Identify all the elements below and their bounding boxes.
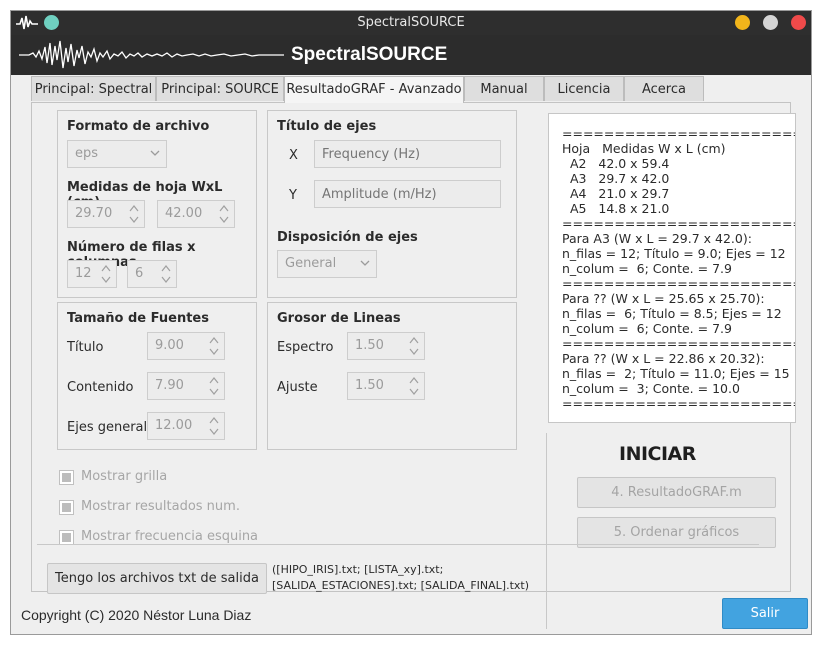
format-value: eps [75,146,99,161]
titulo-font-spinbox[interactable]: 9.00 [147,332,225,360]
spin-arrows-icon[interactable] [160,263,172,285]
ejes-font-label: Ejes general [67,420,148,435]
hoja-info-text: ================================== Hoja … [562,126,795,411]
horizontal-divider [37,544,759,545]
spin-arrows-icon[interactable] [100,263,112,285]
mostrar-frecuencia-label: Mostrar frecuencia esquina [81,529,259,544]
tab-acerca[interactable]: Acerca [624,76,704,101]
app-window: SpectralSOURCE SpectralSOURCE Principal:… [10,10,812,635]
x-axis-label: X [289,148,298,163]
spin-arrows-icon[interactable] [218,203,230,225]
salir-button[interactable]: Salir [722,598,808,629]
spin-arrows-icon[interactable] [408,375,420,397]
cols-spinbox[interactable]: 6 [127,260,177,288]
width-spinbox[interactable]: 29.70 [67,200,145,228]
checkbox-icon[interactable] [59,530,74,545]
fuentes-title: Tamaño de Fuentes [67,311,209,326]
mostrar-grilla-label: Mostrar grilla [81,469,168,484]
tab-content: Formato de archivo eps Medidas de hoja W… [31,102,796,629]
tab-principal-spectral[interactable]: Principal: Spectral [31,76,156,101]
disposicion-title: Disposición de ejes [277,230,418,245]
formato-title: Formato de archivo [67,119,210,134]
checkbox-icon[interactable] [59,500,74,515]
brand-name: SpectralSOURCE [291,44,448,65]
tab-resultadograf-avanzado[interactable]: ResultadoGRAF - Avanzado [284,76,464,103]
formato-group: Formato de archivo eps Medidas de hoja W… [57,110,257,298]
files-note-line2: [SALIDA_ESTACIONES].txt; [SALIDA_FINAL].… [272,579,530,592]
close-button[interactable] [791,15,806,30]
files-note-line1: ([HIPO_IRIS].txt; [LISTA_xy].txt; [272,563,444,576]
mostrar-resultados-label: Mostrar resultados num. [81,499,240,514]
width-value: 29.70 [75,206,113,221]
hoja-info-textbox[interactable]: ================================== Hoja … [548,113,796,423]
tab-manual[interactable]: Manual [464,76,544,101]
seismogram-logo-icon [19,40,284,69]
espectro-spinbox[interactable]: 1.50 [347,332,425,360]
rows-spinbox[interactable]: 12 [67,260,117,288]
contenido-font-spinbox[interactable]: 7.90 [147,372,225,400]
titulo-font-value: 9.00 [155,338,184,353]
vertical-divider [546,433,547,629]
ajuste-label: Ajuste [277,380,318,395]
files-note: ([HIPO_IRIS].txt; [LISTA_xy].txt; [SALID… [272,562,529,594]
spin-arrows-icon[interactable] [208,335,220,357]
ajuste-value: 1.50 [355,378,384,393]
spin-arrows-icon[interactable] [128,203,140,225]
window-title: SpectralSOURCE [357,15,465,30]
app-banner: SpectralSOURCE [11,35,811,75]
espectro-value: 1.50 [355,338,384,353]
chevron-down-icon [360,260,370,266]
tab-licencia[interactable]: Licencia [544,76,624,101]
height-value: 42.00 [165,206,203,221]
chevron-down-icon [150,150,160,156]
disposicion-select[interactable]: General [277,250,377,278]
ejes-font-spinbox[interactable]: 12.00 [147,412,225,440]
title-bar: SpectralSOURCE [11,11,811,35]
grosor-group: Grosor de Lineas Espectro 1.50 Ajuste 1.… [267,302,517,450]
titulo-ejes-title: Título de ejes [277,119,377,134]
grosor-title: Grosor de Lineas [277,311,401,326]
espectro-label: Espectro [277,340,334,355]
x-axis-title-input[interactable] [314,140,501,168]
iniciar-heading: INICIAR [619,443,696,465]
contenido-font-value: 7.90 [155,378,184,393]
maximize-button[interactable] [763,15,778,30]
spin-arrows-icon[interactable] [408,335,420,357]
cols-value: 6 [135,266,144,281]
fuentes-group: Tamaño de Fuentes Título 9.00 Contenido … [57,302,257,450]
checkbox-icon[interactable] [59,470,74,485]
tab-principal-source[interactable]: Principal: SOURCE [156,76,284,101]
tengo-archivos-button[interactable]: Tengo los archivos txt de salida [47,563,267,594]
rows-value: 12 [75,266,92,281]
resultadograf-button[interactable]: 4. ResultadoGRAF.m [577,477,776,508]
ajuste-spinbox[interactable]: 1.50 [347,372,425,400]
disposicion-value: General [285,256,337,271]
height-spinbox[interactable]: 42.00 [157,200,235,228]
ejes-font-value: 12.00 [155,418,193,433]
copyright-text: Copyright (C) 2020 Néstor Luna Diaz [21,607,252,623]
y-axis-title-input[interactable] [314,180,501,208]
minimize-button[interactable] [735,15,750,30]
format-select[interactable]: eps [67,140,167,168]
titulo-font-label: Título [67,340,104,355]
y-axis-label: Y [289,188,297,203]
contenido-font-label: Contenido [67,380,134,395]
spin-arrows-icon[interactable] [208,415,220,437]
titulo-ejes-group: Título de ejes X Y Disposición de ejes G… [267,110,517,298]
spin-arrows-icon[interactable] [208,375,220,397]
